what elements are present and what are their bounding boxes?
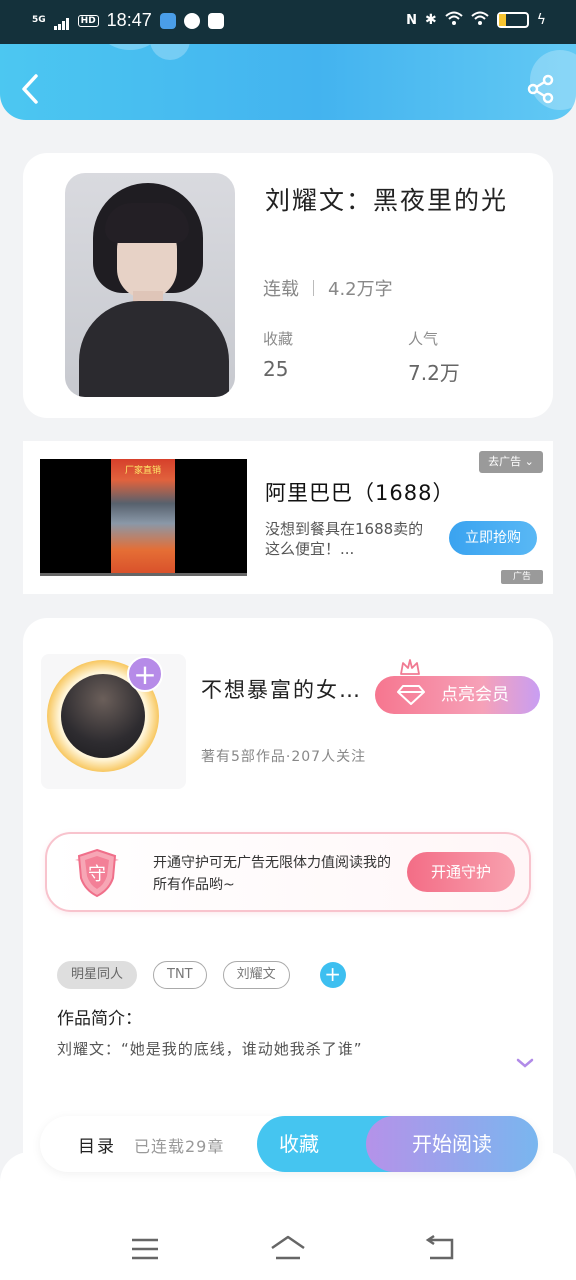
book-info-card: 刘耀文：黑夜里的光 连载 4.2万字 收藏 25 人气 7.2万 xyxy=(23,153,553,418)
add-tag-button[interactable]: + xyxy=(319,962,346,988)
wifi-icon-secondary xyxy=(471,11,489,29)
clock: 18:47 xyxy=(106,10,152,30)
bluetooth-icon: ✱ xyxy=(425,12,437,28)
compass-notification-icon xyxy=(183,12,200,29)
back-nav-icon[interactable] xyxy=(420,1234,460,1264)
share-button[interactable] xyxy=(526,74,556,104)
network-indicator: 5G xyxy=(32,15,46,25)
author-card: + 不想暴富的女… 点亮会员 著有5部作品·207人关注 守 开通守护可无广告无… xyxy=(23,618,553,1178)
serial-status: 连载 xyxy=(263,279,299,300)
tag-item[interactable]: 明星同人 xyxy=(57,961,138,989)
book-title: 刘耀文：黑夜里的光 xyxy=(265,186,509,215)
book-meta: 连载 4.2万字 xyxy=(263,275,393,301)
battery-level: 25 xyxy=(505,14,520,25)
diamond-icon xyxy=(397,685,425,705)
guard-badge-label: 守 xyxy=(88,864,106,885)
remove-ad-button[interactable]: 去广告 ⌄ xyxy=(479,451,543,473)
remove-ad-label: 去广告 xyxy=(488,455,522,468)
share-icon xyxy=(527,74,554,104)
tag-item[interactable]: TNT xyxy=(153,961,207,989)
bottom-action-bar: 目录 已连载29章 收藏 开始阅读 xyxy=(40,1116,538,1172)
app-notification-icon xyxy=(159,12,176,29)
tag-list: 明星同人 TNT 刘耀文 + xyxy=(57,961,346,989)
chevron-left-icon xyxy=(22,74,38,104)
menu-icon[interactable] xyxy=(124,1234,164,1264)
ad-description: 没想到餐具在1688卖的这么便宜！... xyxy=(265,520,424,558)
favorites-stat: 收藏 25 xyxy=(263,328,293,381)
favorites-label: 收藏 xyxy=(263,330,294,348)
charging-icon: ϟ xyxy=(536,12,546,28)
home-icon[interactable] xyxy=(268,1234,308,1264)
author-subtitle: 著有5部作品·207人关注 xyxy=(201,749,367,765)
crown-icon xyxy=(400,659,420,675)
popularity-stat: 人气 7.2万 xyxy=(408,328,460,386)
popularity-label: 人气 xyxy=(408,330,439,348)
guard-banner: 守 开通守护可无广告无限体力值阅读我的所有作品哟~ 开通守护 xyxy=(45,832,531,912)
start-reading-button[interactable]: 开始阅读 xyxy=(366,1116,538,1172)
ad-title: 阿里巴巴（1688） xyxy=(265,481,455,505)
ad-cta-button[interactable]: 立即抢购 xyxy=(449,521,537,555)
ad-banner[interactable]: 厂家直销 阿里巴巴（1688） 没想到餐具在1688卖的这么便宜！... 立即抢… xyxy=(23,441,553,594)
ad-video-caption: 厂家直销 xyxy=(124,466,161,476)
shield-icon: 守 xyxy=(75,848,119,898)
nfc-icon: N xyxy=(406,12,418,28)
header: 5G HD 18:47 N ✱ 25 ϟ xyxy=(0,0,576,120)
word-count: 4.2万字 xyxy=(328,279,393,300)
follow-author-button[interactable]: + xyxy=(127,656,163,692)
toc-button[interactable]: 目录 xyxy=(78,1132,116,1157)
signal-icon xyxy=(53,15,70,30)
tag-item[interactable]: 刘耀文 xyxy=(222,961,290,989)
favorites-value: 25 xyxy=(263,357,289,381)
ad-mark: 广告 xyxy=(501,570,543,584)
book-cover[interactable] xyxy=(65,173,235,397)
mail-notification-icon xyxy=(207,12,224,29)
author-name[interactable]: 不想暴富的女… xyxy=(201,674,362,704)
ad-video[interactable]: 厂家直销 xyxy=(40,459,247,576)
expand-chevron-icon[interactable] xyxy=(515,1056,535,1070)
popularity-value: 7.2万 xyxy=(408,361,460,385)
vip-button[interactable]: 点亮会员 xyxy=(375,676,540,714)
chapter-count[interactable]: 已连载29章 xyxy=(134,1133,224,1157)
hd-badge: HD xyxy=(77,14,99,27)
ad-video-progress xyxy=(40,573,247,576)
guard-button[interactable]: 开通守护 xyxy=(407,852,515,892)
guard-text: 开通守护可无广告无限体力值阅读我的所有作品哟~ xyxy=(153,855,391,893)
divider xyxy=(313,280,314,296)
status-bar: 5G HD 18:47 N ✱ 25 ϟ xyxy=(0,0,576,44)
intro-label: 作品简介： xyxy=(57,1009,142,1029)
back-button[interactable] xyxy=(18,72,46,106)
vip-label: 点亮会员 xyxy=(441,685,509,705)
chevron-down-icon: ⌄ xyxy=(524,455,534,468)
ad-mark-label: 广告 xyxy=(512,572,531,582)
battery-icon: 25 xyxy=(496,12,529,28)
intro-text: 刘耀文：“她是我的底线，谁动她我杀了谁” xyxy=(57,1040,363,1058)
wifi-icon xyxy=(445,11,463,29)
